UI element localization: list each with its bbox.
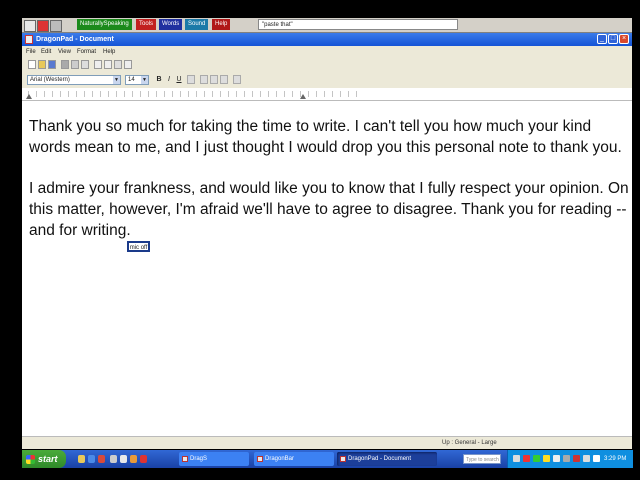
windows-logo-icon [26,455,35,464]
underline-button[interactable]: U [175,75,183,85]
quicklaunch-icon[interactable] [140,455,147,463]
menu-view[interactable]: View [58,46,71,58]
tray-icon[interactable] [543,455,550,462]
task-label: DragS [190,456,208,462]
maximize-button[interactable]: □ [608,34,618,44]
dragon-menu-words[interactable]: Words [159,19,183,30]
app-icon [182,456,188,462]
menu-file[interactable]: File [26,46,36,58]
volume-meter-icon [50,20,62,32]
start-button[interactable]: start [22,450,66,468]
menu-bar: File Edit View Format Help [22,46,632,58]
speaker-icon[interactable] [553,455,560,462]
document-paragraph: Thank you so much for taking the time to… [29,118,622,156]
dragon-menu-naturallyspeaking[interactable]: NaturallySpeaking [77,19,132,30]
dragon-recognized-text: "paste that" [258,19,458,30]
dragonpad-app-icon [25,35,33,44]
open-icon[interactable] [38,60,46,69]
menu-format[interactable]: Format [77,46,96,58]
menu-edit[interactable]: Edit [41,46,51,58]
app-icon [257,456,263,462]
dragon-bar: NaturallySpeaking Tools Words Sound Help… [22,18,632,33]
paste-icon[interactable] [114,60,122,69]
clock[interactable]: 3:29 PM [604,450,626,468]
bullets-icon[interactable] [233,75,241,84]
align-center-icon[interactable] [210,75,218,84]
status-text: Up : General - Large [442,440,497,446]
chevron-down-icon[interactable]: ▼ [141,76,148,84]
font-size-dropdown[interactable]: 14 ▼ [125,75,149,85]
system-tray: 3:29 PM [507,450,633,468]
align-right-icon[interactable] [220,75,228,84]
task-label: DragonBar [265,456,295,462]
document-editor[interactable]: Thank you so much for taking the time to… [22,101,632,436]
network-icon[interactable] [563,455,570,462]
window-title: DragonPad - Document [36,36,114,43]
tray-icon[interactable] [583,455,590,462]
mic-status-tooltip: mic off [127,241,150,252]
find-icon[interactable] [81,60,89,69]
dragon-menu-sound[interactable]: Sound [185,19,209,30]
browser-icon[interactable] [88,455,95,463]
explorer-icon[interactable] [78,455,85,463]
microphone-icon[interactable] [37,20,49,32]
tray-icon[interactable] [593,455,600,462]
font-name-value: Arial (Western) [30,77,70,83]
ruler [22,88,632,101]
tray-icon[interactable] [513,455,520,462]
desktop-icon[interactable] [110,455,117,463]
app-icon [340,456,346,462]
print-preview-icon[interactable] [71,60,79,69]
copy-icon[interactable] [104,60,112,69]
save-icon[interactable] [48,60,56,69]
media-icon[interactable] [98,455,105,463]
dragon-menu-help[interactable]: Help [212,19,231,30]
quicklaunch-icon[interactable] [130,455,137,463]
cut-icon[interactable] [94,60,102,69]
dragonpad-window: DragonPad - Document _ □ × File Edit Vie… [22,33,632,449]
font-name-dropdown[interactable]: Arial (Western) ▼ [27,75,121,85]
quicklaunch-icon[interactable] [120,455,127,463]
task-dragonpad[interactable]: DragonPad - Document [337,452,437,466]
align-left-icon[interactable] [200,75,208,84]
dragon-menu-tools[interactable]: Tools [136,19,157,30]
left-indent-marker[interactable] [26,94,32,99]
minimize-button[interactable]: _ [597,34,607,44]
close-button[interactable]: × [619,34,629,44]
tray-icon[interactable] [573,455,580,462]
document-paragraph: I admire your frankness, and would like … [29,180,629,239]
standard-toolbar [22,58,632,72]
chevron-down-icon[interactable]: ▼ [113,76,120,84]
italic-button[interactable]: I [165,75,173,85]
task-dragonbar[interactable]: DragonBar [254,452,334,466]
task-drags[interactable]: DragS [179,452,249,466]
dragon-logo-icon[interactable] [24,20,36,32]
format-toolbar: Arial (Western) ▼ 14 ▼ B I U [22,72,632,89]
right-indent-marker[interactable] [300,94,306,99]
task-label: DragonPad - Document [348,456,412,462]
menu-help[interactable]: Help [103,46,115,58]
taskbar: start DragS DragonBar DragonPad - Docume… [22,450,633,468]
tray-icon[interactable] [523,455,530,462]
status-bar: Up : General - Large [22,436,632,449]
new-icon[interactable] [28,60,36,69]
bold-button[interactable]: B [155,75,163,85]
color-icon[interactable] [187,75,195,84]
start-label: start [38,454,58,464]
title-bar[interactable]: DragonPad - Document _ □ × [22,33,632,46]
print-icon[interactable] [61,60,69,69]
ruler-ticks [28,91,358,97]
font-size-value: 14 [128,77,135,83]
tray-icon[interactable] [533,455,540,462]
taskbar-search-input[interactable]: Type to search [463,454,501,464]
undo-icon[interactable] [124,60,132,69]
